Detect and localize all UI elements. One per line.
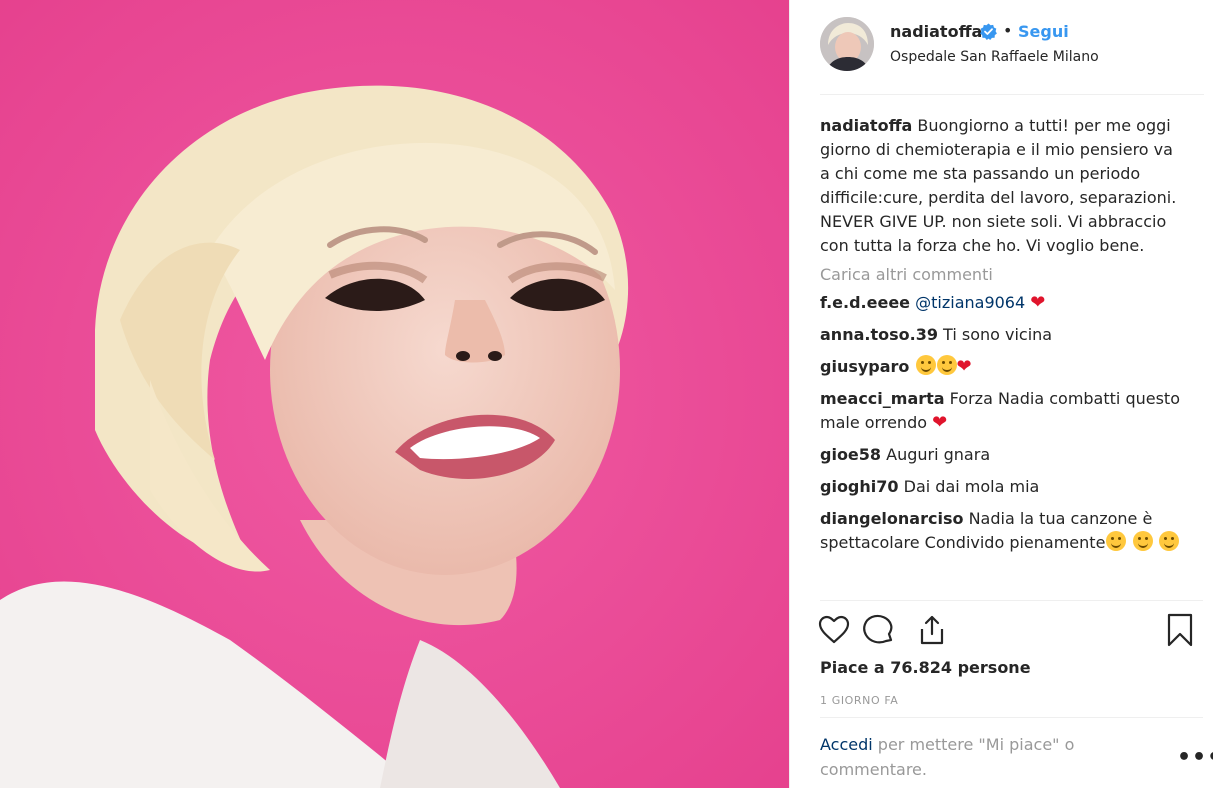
verified-badge-icon <box>980 23 997 40</box>
location-link[interactable]: Ospedale San Raffaele Milano <box>890 49 1099 65</box>
comment: gioghi70 Dai dai mola mia <box>820 475 1180 499</box>
comment: f.e.d.eeee @tiziana9064 ❤ <box>820 291 1180 315</box>
likes-count[interactable]: Piace a 76.824 persone <box>820 658 1031 677</box>
post-photo[interactable] <box>0 0 789 788</box>
comment: anna.toso.39 Ti sono vicina <box>820 323 1180 347</box>
username[interactable]: nadiatoffa <box>890 22 982 41</box>
comment-username[interactable]: anna.toso.39 <box>820 325 938 344</box>
kiss-emoji-icon <box>936 355 957 375</box>
heart-emoji: ❤ <box>932 412 948 433</box>
comment-text: Ti sono vicina <box>943 325 1053 344</box>
grin-emoji-icon <box>1132 531 1153 551</box>
instagram-post: nadiatoffa • Segui Ospedale San Raffaele… <box>0 0 1213 788</box>
header-divider <box>820 94 1204 95</box>
comment-username[interactable]: diangelonarciso <box>820 509 963 528</box>
actions-divider <box>820 600 1203 601</box>
wink-emoji-icon <box>1106 531 1127 551</box>
comment: giusyparo ❤ <box>820 355 1180 379</box>
comment-username[interactable]: giusyparo <box>820 357 909 376</box>
heart-emoji: ❤ <box>1030 292 1046 313</box>
heart-emoji: ❤ <box>956 356 972 377</box>
login-divider <box>820 717 1203 718</box>
post-header: nadiatoffa • Segui Ospedale San Raffaele… <box>790 0 1213 95</box>
load-more-comments-button[interactable]: Carica altri commenti <box>820 263 1180 287</box>
caption-text: Buongiorno a tutti! per me oggi giorno d… <box>820 116 1177 255</box>
comment: diangelonarciso Nadia la tua canzone è s… <box>820 507 1180 555</box>
caption-username[interactable]: nadiatoffa <box>820 116 912 135</box>
login-prompt: Accedi per mettere "Mi piace" o commenta… <box>820 732 1120 782</box>
comment: gioe58 Auguri gnara <box>820 443 1180 467</box>
avatar[interactable] <box>820 17 874 71</box>
login-link[interactable]: Accedi <box>820 735 873 754</box>
comment-icon[interactable] <box>860 612 896 648</box>
comment-username[interactable]: gioe58 <box>820 445 881 464</box>
comment-text: Auguri gnara <box>886 445 991 464</box>
comment: meacci_marta Forza Nadia combatti questo… <box>820 387 1180 435</box>
kiss-emoji-icon <box>915 355 936 375</box>
comment-text: Dai dai mola mia <box>903 477 1040 496</box>
comment-username[interactable]: f.e.d.eeee <box>820 293 910 312</box>
more-options-icon[interactable]: ••• <box>1177 745 1213 770</box>
avatar-image <box>820 17 874 71</box>
follow-separator: • <box>1003 21 1013 40</box>
post-timestamp[interactable]: 1 GIORNO FA <box>820 694 898 707</box>
comment-mention[interactable]: @tiziana9064 <box>915 293 1025 312</box>
comment-username[interactable]: meacci_marta <box>820 389 945 408</box>
comment-username[interactable]: gioghi70 <box>820 477 899 496</box>
follow-button[interactable]: Segui <box>1018 22 1069 41</box>
post-sidebar: nadiatoffa • Segui Ospedale San Raffaele… <box>789 0 1213 788</box>
share-icon[interactable] <box>914 612 950 648</box>
action-bar <box>818 612 1200 652</box>
grin-emoji-icon <box>1158 531 1179 551</box>
comments-list: nadiatoffa Buongiorno a tutti! per me og… <box>820 114 1180 555</box>
caption: nadiatoffa Buongiorno a tutti! per me og… <box>820 114 1180 258</box>
photo-illustration <box>0 0 789 788</box>
bookmark-icon[interactable] <box>1162 612 1198 648</box>
heart-icon[interactable] <box>816 612 852 648</box>
